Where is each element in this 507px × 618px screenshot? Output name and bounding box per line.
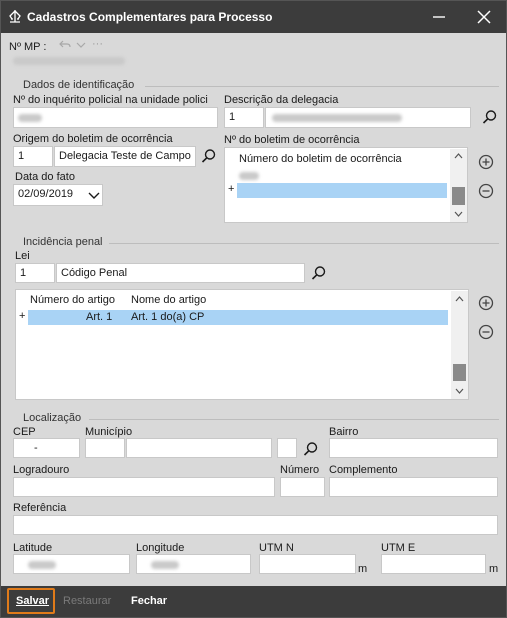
data-fato-picker[interactable]: 02/09/2019 (13, 184, 103, 206)
origem-code-input[interactable]: 1 (13, 146, 53, 167)
boletim-scrollbar[interactable] (450, 149, 467, 222)
boletim-column-header: Número do boletim de ocorrência (239, 153, 402, 165)
dialog-window: Cadastros Complementares para Processo N… (0, 0, 507, 618)
data-fato-value: 02/09/2019 (18, 188, 74, 200)
artigo-numero-cell: Art. 1 (86, 311, 113, 323)
origem-search-icon[interactable] (201, 148, 217, 164)
cep-input[interactable]: - (13, 438, 80, 458)
localizacao-group-label: Localização (23, 412, 82, 424)
lei-search-icon[interactable] (311, 265, 327, 281)
referencia-input[interactable] (13, 515, 498, 535)
restore-button[interactable]: Restaurar (63, 586, 111, 617)
add-boletim-icon[interactable] (478, 154, 494, 170)
close-button[interactable]: Fechar (131, 586, 167, 617)
artigo-numero-header: Número do artigo (30, 294, 115, 306)
utme-label: UTM E (381, 542, 416, 554)
chevron-down-icon[interactable] (88, 192, 100, 199)
data-fato-label: Data do fato (15, 171, 75, 183)
close-window-button[interactable] (474, 7, 494, 27)
title-bar: Cadastros Complementares para Processo (1, 1, 506, 33)
municipio-label: Município (85, 426, 133, 438)
inquerito-label: Nº do inquérito policial na unidade poli… (13, 94, 208, 106)
utme-unit: m (489, 563, 499, 575)
footer-bar: Salvar Restaurar Fechar (1, 586, 506, 617)
logradouro-input[interactable] (13, 477, 275, 497)
longitude-label: Longitude (136, 542, 185, 554)
dados-divider (145, 86, 499, 87)
minimize-icon (433, 16, 445, 18)
artigos-scrollbar[interactable] (451, 291, 468, 399)
undo-icon[interactable] (59, 40, 71, 50)
incidencia-group-label: Incidência penal (23, 236, 103, 248)
bairro-input[interactable] (329, 438, 498, 458)
artigo-row-marker: + (19, 310, 26, 322)
lei-name-input[interactable]: Código Penal (56, 263, 305, 283)
descricao-label: Descrição da delegacia (224, 94, 339, 106)
origem-label: Origem do boletim de ocorrência (13, 133, 173, 145)
numero-input[interactable] (280, 477, 325, 497)
longitude-input[interactable] (136, 554, 251, 574)
municipio-search-icon[interactable] (303, 441, 319, 457)
municipio-extra-input[interactable] (277, 438, 297, 458)
numero-label: Número (280, 464, 320, 476)
mp-label: Nº MP : (9, 41, 47, 53)
descricao-code-input[interactable]: 1 (224, 107, 264, 128)
incidencia-divider (109, 243, 499, 244)
boletim-row-value (239, 172, 259, 180)
cep-label: CEP (13, 426, 36, 438)
artigo-nome-cell: Art. 1 do(a) CP (131, 311, 205, 323)
close-icon (477, 10, 491, 24)
scroll-down-icon[interactable] (454, 211, 463, 217)
boletim-list[interactable]: Número do boletim de ocorrência + (224, 147, 468, 223)
descricao-name-input[interactable] (265, 107, 471, 128)
latitude-input[interactable] (13, 554, 130, 574)
inquerito-input[interactable] (13, 107, 218, 128)
utme-input[interactable] (381, 554, 486, 574)
add-artigo-icon[interactable] (478, 295, 494, 311)
municipio-code-input[interactable] (85, 438, 125, 458)
localizacao-divider (89, 419, 499, 420)
window-title: Cadastros Complementares para Processo (27, 10, 273, 24)
complemento-label: Complemento (329, 464, 398, 476)
boletim-selected-row[interactable] (237, 183, 447, 198)
dados-group-label: Dados de identificação (23, 79, 135, 91)
scroll-up-icon[interactable] (455, 296, 464, 302)
artigos-scroll-thumb[interactable] (453, 364, 466, 381)
artigos-table[interactable]: Número do artigo Nome do artigo + Art. 1… (15, 289, 469, 400)
utmn-unit: m (358, 563, 368, 575)
complemento-input[interactable] (329, 477, 498, 497)
mp-number-value (13, 57, 125, 65)
save-button[interactable]: Salvar (16, 586, 49, 617)
table-row[interactable]: Art. 1 Art. 1 do(a) CP (28, 310, 448, 325)
remove-boletim-icon[interactable] (478, 183, 494, 199)
boletim-scroll-thumb[interactable] (452, 187, 465, 205)
more-icon[interactable]: ··· (92, 38, 103, 50)
bairro-label: Bairro (329, 426, 359, 438)
latitude-label: Latitude (13, 542, 53, 554)
utmn-label: UTM N (259, 542, 294, 554)
remove-artigo-icon[interactable] (478, 324, 494, 340)
referencia-label: Referência (13, 502, 67, 514)
origem-name-input[interactable]: Delegacia Teste de Campo (54, 146, 196, 167)
scales-icon (9, 10, 21, 23)
scroll-up-icon[interactable] (454, 153, 463, 159)
logradouro-label: Logradouro (13, 464, 70, 476)
lei-code-input[interactable]: 1 (15, 263, 55, 283)
boletim-label: Nº do boletim de ocorrência (224, 134, 360, 146)
municipio-name-input[interactable] (126, 438, 272, 458)
scroll-down-icon[interactable] (455, 388, 464, 394)
boletim-new-row-marker: + (228, 183, 235, 195)
artigo-nome-header: Nome do artigo (131, 294, 207, 306)
utmn-input[interactable] (259, 554, 356, 574)
minimize-button[interactable] (429, 7, 449, 27)
descricao-search-icon[interactable] (482, 109, 498, 125)
chevron-down-icon[interactable] (76, 41, 86, 49)
lei-label: Lei (15, 250, 30, 262)
